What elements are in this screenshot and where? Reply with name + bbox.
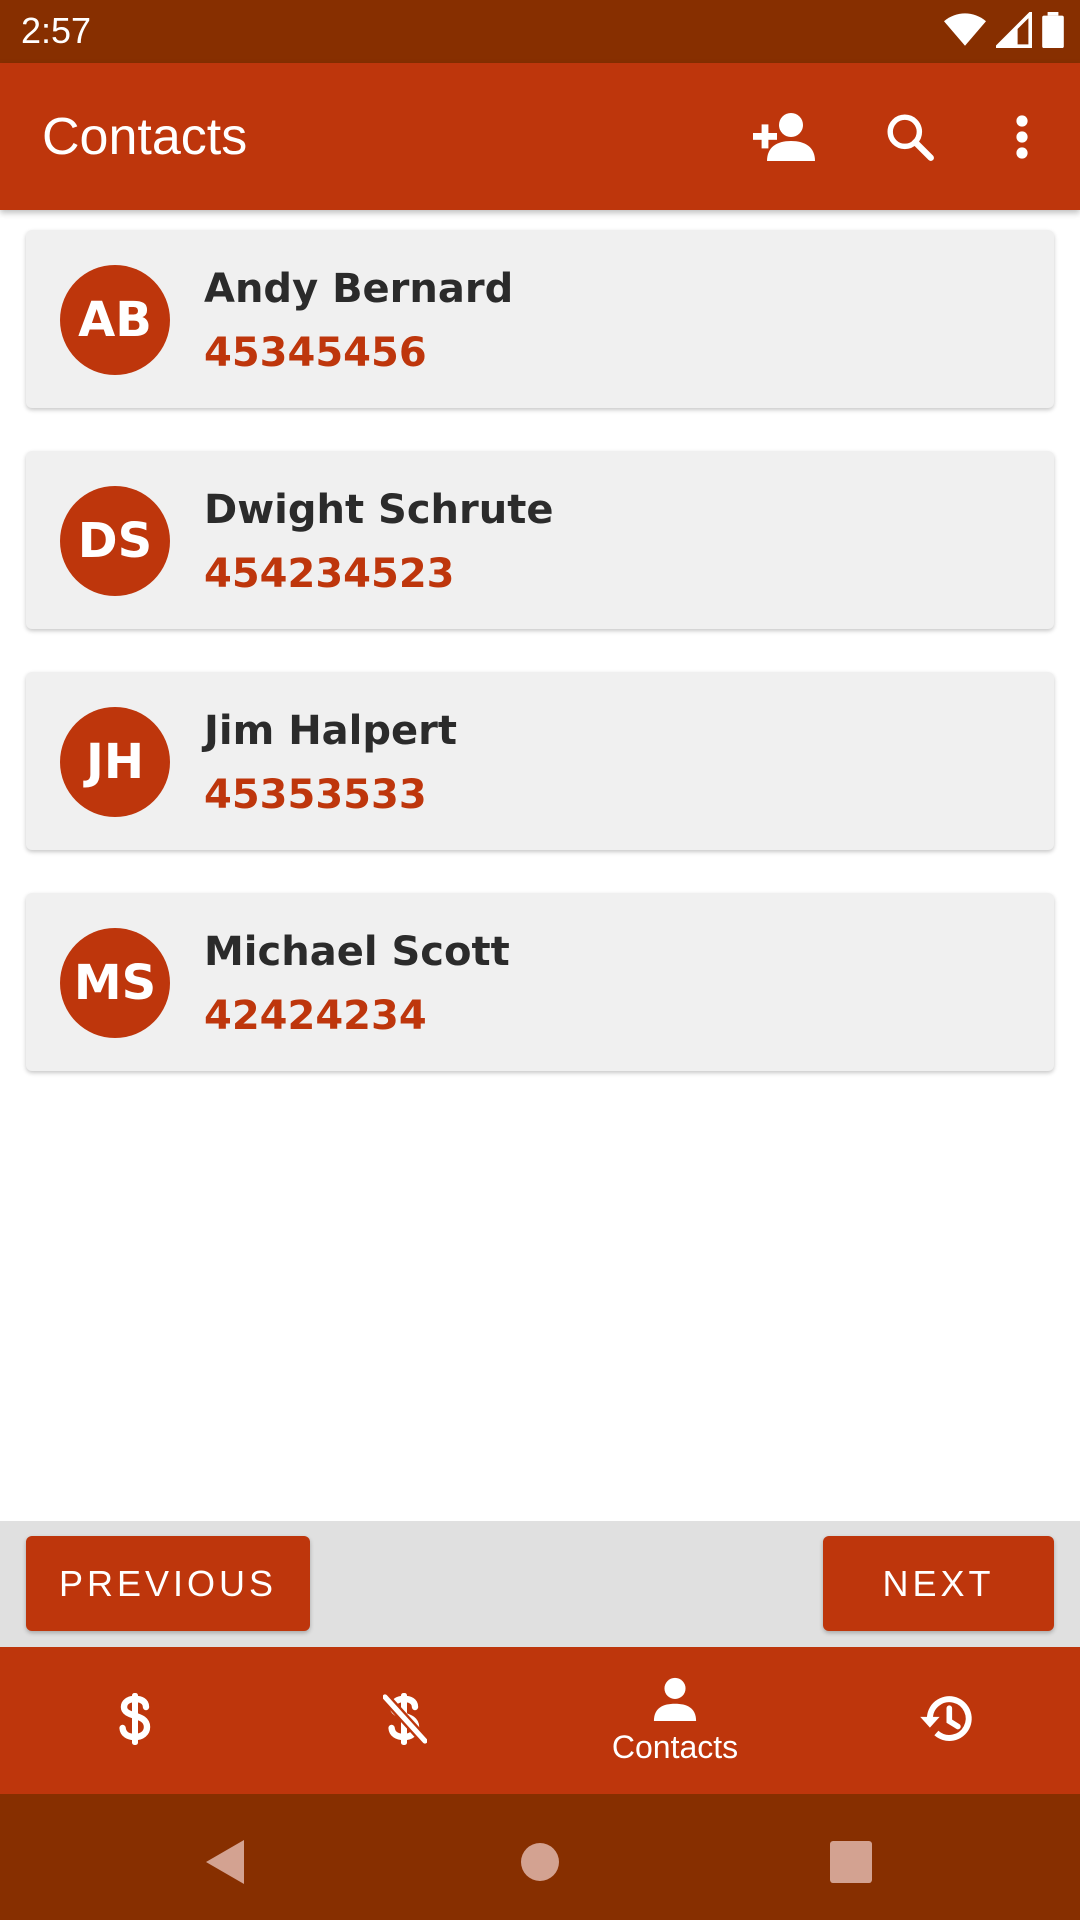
nav-item-contacts[interactable]: Contacts [540, 1647, 810, 1794]
pager-bar: PREVIOUS NEXT [0, 1521, 1080, 1647]
contact-phone: 45353533 [204, 772, 427, 818]
wifi-icon [944, 12, 986, 52]
avatar: AB [60, 265, 170, 375]
status-icons [944, 9, 1064, 52]
next-button[interactable]: NEXT [823, 1536, 1054, 1631]
page-title: Contacts [42, 108, 248, 166]
battery-icon [1042, 12, 1064, 52]
contact-phone: 45345456 [204, 330, 427, 376]
person-icon [652, 1675, 698, 1725]
dollar-icon [118, 1692, 152, 1749]
search-icon[interactable] [878, 105, 942, 169]
more-vert-icon[interactable] [990, 105, 1054, 169]
contact-name: Jim Halpert [204, 708, 457, 754]
contact-card[interactable]: DS Dwight Schrute 454234523 [26, 451, 1054, 629]
recents-icon[interactable] [821, 1832, 881, 1892]
contact-name: Andy Bernard [204, 266, 514, 312]
nav-item-dollar[interactable] [0, 1647, 270, 1794]
contact-name: Dwight Schrute [204, 487, 554, 533]
avatar: DS [60, 486, 170, 596]
history-icon [917, 1693, 973, 1749]
nav-item-money-off[interactable] [270, 1647, 540, 1794]
contact-card[interactable]: JH Jim Halpert 45353533 [26, 672, 1054, 850]
add-contact-icon[interactable] [752, 105, 816, 169]
back-icon[interactable] [196, 1832, 256, 1892]
contact-phone: 42424234 [204, 993, 427, 1039]
contact-card[interactable]: MS Michael Scott 42424234 [26, 893, 1054, 1071]
home-icon[interactable] [510, 1832, 570, 1892]
nav-label-contacts: Contacts [611, 1729, 739, 1765]
avatar: JH [60, 707, 170, 817]
nav-item-history[interactable] [810, 1647, 1080, 1794]
avatar: MS [60, 928, 170, 1038]
status-time: 2:57 [21, 10, 92, 51]
money-off-icon [381, 1692, 429, 1749]
signal-icon [993, 9, 1032, 52]
bottom-navigation: Contacts [0, 1647, 1080, 1794]
app-bar: Contacts [0, 63, 1080, 210]
system-navigation-bar [0, 1794, 1080, 1920]
previous-button[interactable]: PREVIOUS [26, 1536, 310, 1631]
status-bar: 2:57 [0, 0, 1080, 63]
contact-phone: 454234523 [204, 551, 455, 597]
contact-name: Michael Scott [204, 929, 510, 975]
contact-card[interactable]: AB Andy Bernard 45345456 [26, 230, 1054, 408]
